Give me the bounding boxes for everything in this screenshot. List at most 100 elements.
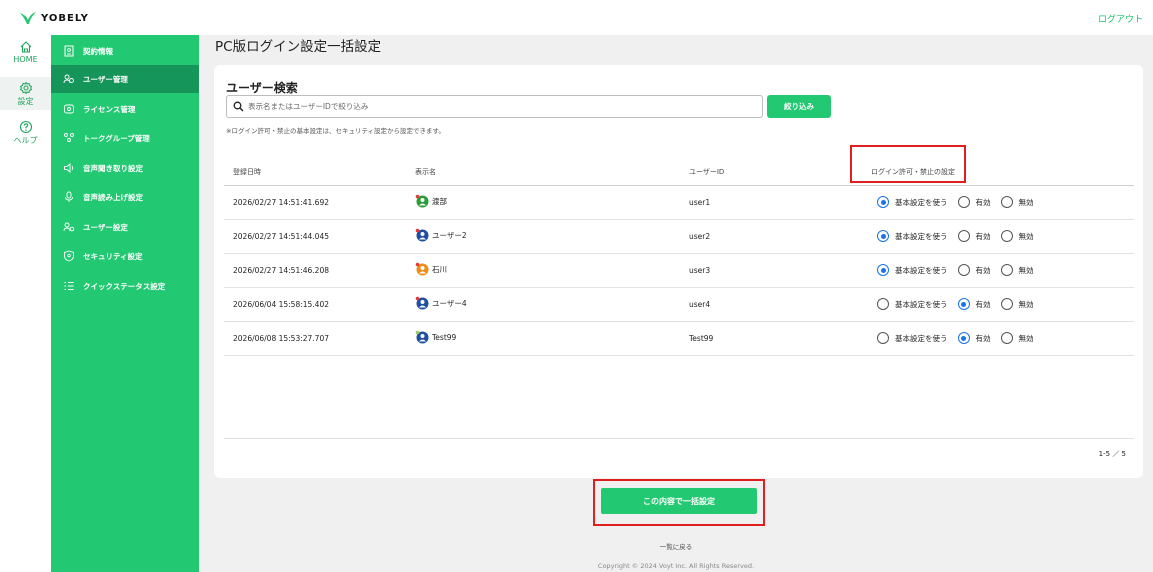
display-name-cell: ユーザー4 [415, 296, 467, 310]
login-setting-radio-group: 基本設定を使う 有効 無効 [877, 196, 1044, 208]
column-header-user-id: ユーザーID [689, 168, 725, 176]
top-header: YOBELY ログアウト [0, 0, 1153, 35]
radio-use-default[interactable] [877, 298, 889, 310]
page-title: PC版ログイン設定一括設定 [215, 39, 382, 55]
radio-use-default[interactable] [877, 196, 889, 208]
rail-item-settings[interactable]: 設定 [0, 77, 51, 110]
radio-label: 有効 [975, 197, 991, 207]
search-input[interactable] [248, 102, 748, 111]
radio-label: 無効 [1018, 299, 1034, 309]
sidebar-item-user-settings[interactable]: ユーザー設定 [51, 213, 199, 241]
radio-disabled[interactable] [1000, 332, 1013, 344]
rail-item-help[interactable]: ヘルプ [0, 120, 51, 146]
display-name-cell: Test99 [415, 330, 456, 344]
login-setting-radio-group: 基本設定を使う 有効 無効 [877, 332, 1044, 344]
sidebar-item-label: 音声読み上げ設定 [83, 192, 143, 202]
sidebar-item-label: 契約情報 [83, 46, 113, 56]
bulk-apply-button[interactable]: この内容で一括設定 [601, 488, 757, 514]
radio-disabled[interactable] [1000, 230, 1013, 242]
logo-leaf-icon [20, 12, 36, 24]
sidebar-item-security[interactable]: セキュリティ設定 [51, 242, 199, 270]
radio-enabled[interactable] [957, 230, 970, 242]
table-row: 2026/02/27 14:51:44.045 ユーザー2 user2 基本設定を使う… [224, 220, 1134, 254]
rail-item-label: HOME [13, 55, 38, 64]
radio-label: 基本設定を使う [895, 299, 948, 309]
home-icon [20, 41, 31, 53]
microphone-icon [65, 191, 73, 202]
display-name-cell: ユーザー2 [415, 228, 467, 242]
radio-label: 無効 [1018, 265, 1034, 275]
radio-enabled[interactable] [957, 264, 970, 276]
radio-label: 基本設定を使う [895, 333, 948, 343]
sidebar-item-talk-group[interactable]: トークグループ管理 [51, 124, 199, 152]
radio-use-default[interactable] [877, 264, 889, 276]
radio-disabled[interactable] [1000, 196, 1013, 208]
yobely-logo[interactable]: YOBELY [18, 11, 89, 25]
radio-label: 無効 [1018, 231, 1034, 241]
display-name: ユーザー2 [432, 230, 467, 240]
user-avatar-icon [415, 194, 429, 208]
radio-disabled[interactable] [1000, 264, 1013, 276]
copyright-text: Copyright © 2024 Voyt Inc. All Rights Re… [597, 562, 755, 570]
table-row: 2026/06/08 15:53:27.707 Test99 Test99 基本設定を… [224, 322, 1134, 356]
sidebar: 契約情報 ユーザー管理 ライセンス管理 トークグループ管理 音声聞き取り設定 音… [51, 35, 199, 572]
filter-button[interactable]: 絞り込み [767, 95, 831, 118]
registered-date: 2026/06/08 15:53:27.707 [233, 334, 329, 343]
rail-item-home[interactable]: HOME [0, 40, 51, 64]
user-id: user2 [689, 232, 711, 241]
login-setting-radio-group: 基本設定を使う 有効 無効 [877, 264, 1044, 276]
registered-date: 2026/06/04 15:58:15.402 [233, 300, 329, 309]
table-row: 2026/06/04 15:58:15.402 ユーザー4 user4 基本設定を使う… [224, 288, 1134, 322]
display-name: 渡部 [432, 196, 447, 206]
logo-text: YOBELY [41, 12, 89, 24]
sidebar-item-license[interactable]: ライセンス管理 [51, 95, 199, 123]
registered-date: 2026/02/27 14:51:44.045 [233, 232, 329, 241]
column-header-date: 登録日時 [233, 168, 261, 176]
sidebar-item-voice-read[interactable]: 音声読み上げ設定 [51, 183, 199, 211]
user-avatar-icon [415, 296, 429, 310]
gear-icon [19, 81, 32, 95]
sidebar-item-contract[interactable]: 契約情報 [51, 37, 199, 65]
sidebar-item-label: クイックステータス設定 [83, 281, 166, 291]
registered-date: 2026/02/27 14:51:46.208 [233, 266, 329, 275]
user-avatar-icon [415, 330, 429, 344]
radio-label: 有効 [975, 231, 991, 241]
sidebar-item-label: ユーザー設定 [83, 222, 128, 232]
search-box[interactable] [226, 95, 763, 118]
logout-link[interactable]: ログアウト [1098, 12, 1143, 25]
search-icon [233, 101, 244, 112]
radio-enabled[interactable] [957, 196, 970, 208]
sidebar-item-user-management[interactable]: ユーザー管理 [51, 65, 199, 93]
users-icon [63, 74, 74, 84]
login-setting-radio-group: 基本設定を使う 有効 無効 [877, 230, 1044, 242]
radio-label: 有効 [975, 299, 991, 309]
display-name: ユーザー4 [432, 298, 467, 308]
radio-label: 基本設定を使う [895, 265, 948, 275]
radio-use-default[interactable] [877, 332, 889, 344]
radio-use-default[interactable] [877, 230, 889, 242]
highlight-login-setting-header [850, 145, 966, 183]
user-id: user3 [689, 266, 711, 275]
radio-label: 無効 [1018, 333, 1034, 343]
sidebar-item-voice-listen[interactable]: 音声聞き取り設定 [51, 154, 199, 182]
radio-enabled[interactable] [957, 298, 970, 310]
help-icon [19, 120, 32, 134]
display-name: 石川 [432, 264, 447, 274]
sidebar-item-label: ユーザー管理 [83, 74, 128, 84]
shield-icon [64, 250, 74, 262]
display-name-cell: 渡部 [415, 194, 447, 208]
rail-item-label: ヘルプ [13, 136, 38, 145]
radio-label: 基本設定を使う [895, 231, 948, 241]
contract-icon [64, 45, 74, 57]
sidebar-item-label: 音声聞き取り設定 [83, 163, 143, 173]
back-to-list-link[interactable]: 一覧に戻る [199, 541, 1153, 551]
table-bottom-divider [224, 438, 1134, 439]
sidebar-item-quick-status[interactable]: クイックステータス設定 [51, 272, 199, 300]
column-header-display-name: 表示名 [415, 168, 436, 176]
display-name: Test99 [432, 332, 457, 342]
user-id: Test99 [689, 334, 714, 343]
radio-disabled[interactable] [1000, 298, 1013, 310]
radio-enabled[interactable] [957, 332, 970, 344]
sidebar-item-label: ライセンス管理 [83, 104, 136, 114]
radio-label: 有効 [975, 333, 991, 343]
